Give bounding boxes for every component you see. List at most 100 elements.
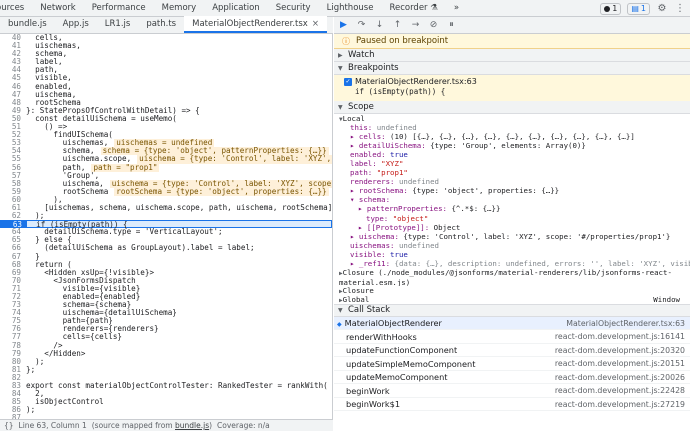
- code-line[interactable]: 85 isObjectControl: [0, 398, 332, 406]
- code-line[interactable]: 62 );: [0, 211, 332, 220]
- scope-key: visible:: [350, 249, 391, 259]
- code-line[interactable]: 66 (detailUiSchema as GroupLayout).label…: [0, 244, 332, 252]
- collapse-icon: ▼: [338, 306, 343, 314]
- tab-application[interactable]: Application: [204, 0, 268, 17]
- close-icon[interactable]: ×: [312, 16, 319, 31]
- step-into-icon[interactable]: ↓: [374, 20, 385, 31]
- frame-location[interactable]: react-dom.development.js:16141: [555, 332, 685, 341]
- frame-function: beginWork: [346, 385, 390, 396]
- breakpoints-section[interactable]: ▼ Breakpoints: [334, 62, 690, 75]
- tab-performance[interactable]: Performance: [84, 0, 154, 17]
- scope-variable[interactable]: path: "prop1": [334, 168, 690, 177]
- frame-function: renderWithHooks: [346, 331, 417, 342]
- scope-key: uischemas:: [350, 240, 399, 250]
- frame-location[interactable]: react-dom.development.js:20151: [555, 359, 685, 368]
- collapse-icon: ▼: [338, 64, 343, 72]
- tab-recorder[interactable]: Recorder ⚗: [381, 0, 445, 17]
- scope-section[interactable]: ▼ Scope: [334, 101, 690, 114]
- code-line[interactable]: 80 );: [0, 357, 332, 366]
- tab-lighthouse[interactable]: Lighthouse: [319, 0, 382, 17]
- scope-variable[interactable]: this: undefined: [334, 123, 690, 132]
- more-tabs-icon[interactable]: »: [446, 0, 467, 17]
- code-line[interactable]: 83 export const materialObjectControlTest…: [0, 381, 332, 391]
- code-editor[interactable]: 40 cells, 41 uischemas, 42 schema, 43 label…: [0, 34, 333, 419]
- scope-key: label:: [350, 159, 382, 169]
- tab-network[interactable]: Network: [32, 0, 84, 17]
- scope-key: ▾ schema:: [350, 195, 391, 205]
- frame-location[interactable]: react-dom.development.js:22428: [555, 386, 685, 395]
- kebab-menu-icon[interactable]: ⋮: [674, 3, 686, 15]
- scope-local[interactable]: ▼Local: [334, 114, 690, 123]
- call-frame[interactable]: beginWork react-dom.development.js:22428: [334, 384, 690, 398]
- call-stack-section[interactable]: ▼ Call Stack: [334, 303, 690, 317]
- tab-sources[interactable]: ources: [0, 0, 32, 17]
- scope-variable[interactable]: ▸ _ref11: {data: {…}, description: undef…: [334, 259, 690, 268]
- call-frame[interactable]: updateSimpleMemoComponent react-dom.devel…: [334, 357, 690, 371]
- file-tab[interactable]: path.ts: [138, 16, 184, 33]
- call-frame[interactable]: ◆ MaterialObjectRenderer MaterialObjectRen…: [334, 316, 690, 331]
- code-line[interactable]: 81};: [0, 365, 332, 374]
- pause-on-exceptions-icon[interactable]: ⏸: [446, 20, 457, 31]
- call-frame[interactable]: updateMemoComponent react-dom.development…: [334, 371, 690, 385]
- call-frame[interactable]: renderWithHooks react-dom.development.js:…: [334, 330, 690, 344]
- scope-variable[interactable]: ▸ patternProperties: {^.*$: {…}}: [334, 204, 690, 213]
- file-tab[interactable]: bundle.js: [0, 16, 55, 33]
- scope-key: renderers:: [350, 177, 399, 187]
- scope-variable[interactable]: ▾ schema:: [334, 195, 690, 204]
- step-out-icon[interactable]: ↑: [392, 20, 403, 31]
- source-file-link[interactable]: bundle.js: [175, 421, 209, 430]
- tab-memory[interactable]: Memory: [154, 0, 205, 17]
- scope-variable[interactable]: type: "object": [334, 214, 690, 223]
- file-tab[interactable]: LR1.js: [97, 16, 139, 33]
- scope-variable[interactable]: ▸ uischema: {type: 'Control', label: 'XY…: [334, 232, 690, 241]
- scope-key: ▸ [[Prototype]]:: [358, 222, 434, 232]
- scope-variable[interactable]: renderers: undefined: [334, 177, 690, 186]
- code-line[interactable]: 61 [uischemas, schema, uischema.scope, p…: [0, 203, 332, 212]
- resume-icon[interactable]: ▶: [338, 20, 349, 31]
- scope-variable[interactable]: ▸ detailUiSchema: {type: 'Group', elemen…: [334, 141, 690, 150]
- errors-badge[interactable]: 1: [600, 2, 622, 15]
- scope-variable[interactable]: enabled: true: [334, 150, 690, 159]
- collapse-icon: ▼: [338, 103, 343, 111]
- call-frame[interactable]: updateFunctionComponent react-dom.develop…: [334, 344, 690, 358]
- scope-variable[interactable]: visible: true: [334, 250, 690, 259]
- scope-global[interactable]: ▶Global Window: [334, 295, 690, 304]
- scope-key: ▸ cells:: [350, 132, 391, 142]
- step-over-icon[interactable]: ↷: [356, 20, 367, 31]
- frame-location[interactable]: react-dom.development.js:20320: [555, 346, 685, 355]
- file-tab[interactable]: App.js: [55, 16, 97, 33]
- code-line[interactable]: 79 </Hidden>: [0, 349, 332, 358]
- braces-icon[interactable]: {}: [4, 421, 14, 430]
- checkbox-checked-icon[interactable]: ✓: [344, 77, 352, 86]
- scope-variable[interactable]: ▸ cells: (10) [{…}, {…}, {…}, {…}, {…}, …: [334, 132, 690, 141]
- step-icon[interactable]: →: [410, 20, 421, 31]
- scope-value: {type: 'Group', elements: Array(0)}: [430, 141, 586, 151]
- scope-closure-module[interactable]: ▶Closure (./node_modules/@jsonforms/mate…: [334, 268, 690, 286]
- gear-icon[interactable]: ⚙: [656, 3, 668, 15]
- debugger-toolbar: ▶ ↷ ↓ ↑ → ⊘ ⏸: [334, 17, 690, 34]
- call-frame[interactable]: beginWork$1 react-dom.development.js:2721…: [334, 398, 690, 412]
- frame-location[interactable]: react-dom.development.js:20026: [555, 373, 685, 382]
- scope-closure[interactable]: ▶Closure: [334, 286, 690, 295]
- frame-function: updateMemoComponent: [346, 372, 448, 383]
- code-line[interactable]: 86);: [0, 406, 332, 414]
- messages-badge[interactable]: ▤ 1: [627, 2, 650, 15]
- scope-variable[interactable]: label: "XYZ": [334, 159, 690, 168]
- code-text: export const materialObjectControlTester…: [26, 381, 328, 391]
- frame-location[interactable]: MaterialObjectRenderer.tsx:63: [566, 319, 685, 328]
- deactivate-breakpoints-icon[interactable]: ⊘: [428, 20, 439, 31]
- scope-variable[interactable]: uischemas: undefined: [334, 241, 690, 250]
- tab-security[interactable]: Security: [268, 0, 319, 17]
- watch-section[interactable]: ▶ Watch: [334, 49, 690, 62]
- breakpoint-item[interactable]: ✓ MaterialObjectRenderer.tsx:63 if (isEmp…: [334, 75, 690, 101]
- frame-location[interactable]: react-dom.development.js:27219: [555, 400, 685, 409]
- frame-function: beginWork$1: [346, 399, 401, 410]
- scope-variable[interactable]: ▸ [[Prototype]]: Object: [334, 223, 690, 232]
- line-number[interactable]: 62: [0, 211, 26, 220]
- devtools-tabbar: ources Network Performance Memory Applic…: [0, 0, 690, 17]
- scope-variable[interactable]: ▸ rootSchema: {type: 'object', propertie…: [334, 186, 690, 195]
- file-tab-active[interactable]: MaterialObjectRenderer.tsx ×: [184, 16, 327, 33]
- scope-value: true: [390, 249, 408, 259]
- scope-key: ▸ detailUiSchema:: [350, 141, 431, 151]
- scope-key: ▸ rootSchema:: [350, 186, 413, 196]
